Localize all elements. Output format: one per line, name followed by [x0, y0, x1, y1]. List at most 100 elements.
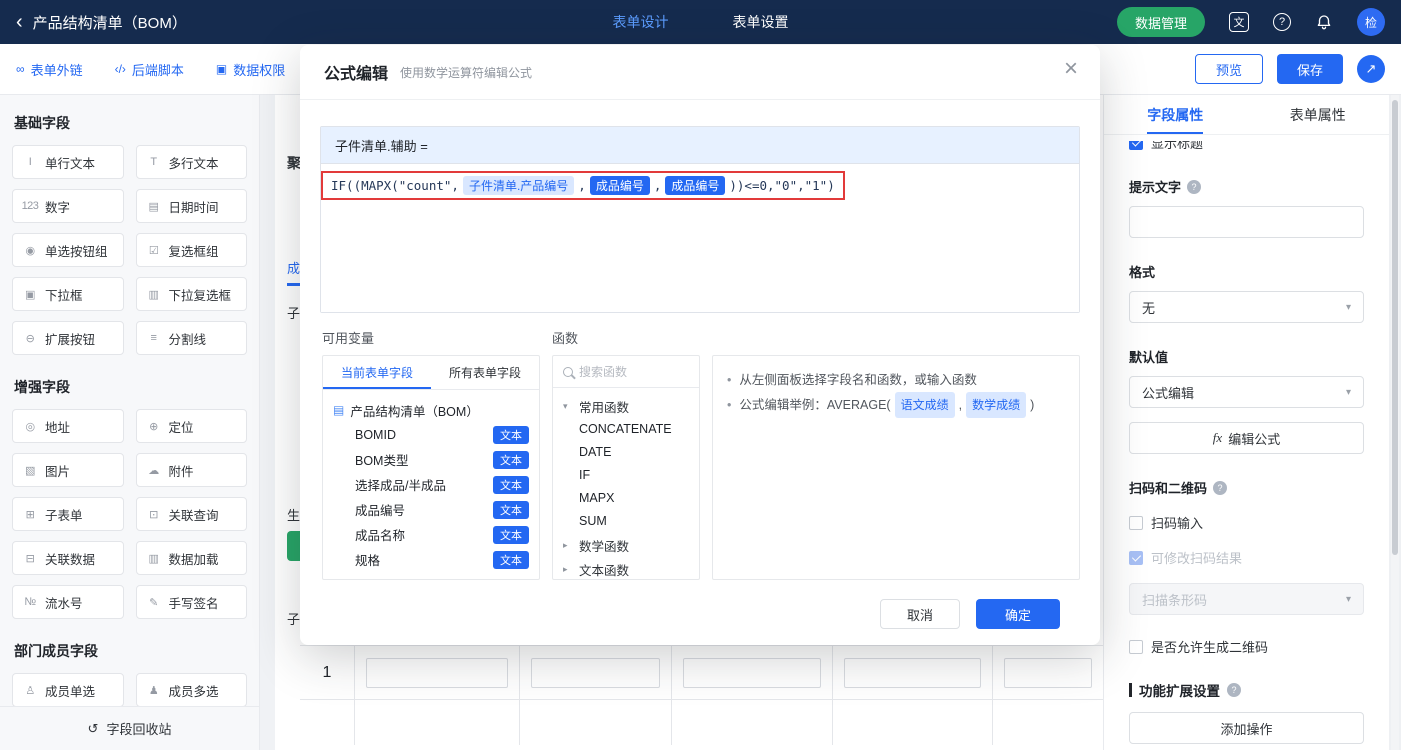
tab-form-settings[interactable]: 表单设置	[733, 12, 789, 32]
palette-item[interactable]: ♟ 成员多选	[135, 673, 247, 707]
variable-row[interactable]: BOM类型 文本	[333, 447, 529, 472]
formula-target-bar: 子件清单.辅助 =	[321, 127, 1079, 164]
palette-item[interactable]: ▥ 数据加载	[135, 541, 247, 575]
section-basic-fields: 基础字段	[14, 115, 70, 131]
palette-item[interactable]: ▣ 下拉框	[12, 277, 124, 311]
cancel-button[interactable]: 取消	[880, 599, 960, 629]
cell-input[interactable]	[1004, 657, 1092, 688]
help-panel: • 从左侧面板选择字段名和函数，或输入函数 • 公式编辑举例：AVERAGE( …	[712, 355, 1080, 580]
confirm-button[interactable]: 确定	[976, 599, 1060, 629]
topbar: ‹ 产品结构清单（BOM） 表单设计 表单设置 数据管理 文 ? 检	[0, 0, 1401, 44]
tab-form-properties[interactable]: 表单属性	[1247, 95, 1390, 134]
palette-item[interactable]: ⊖ 扩展按钮	[12, 321, 124, 355]
palette-item[interactable]: ⊕ 定位	[135, 409, 247, 443]
tree-root[interactable]: ▤ 产品结构清单（BOM）	[333, 398, 529, 422]
formula-editor[interactable]: IF((MAPX("count", 子件清单.产品编号 , 成品编号 , 成品编…	[321, 164, 1079, 312]
document-icon: ▤	[333, 403, 345, 417]
function-list: ▾ 常用函数 CONCATENATE DATE IF MAPX SUM ▸ 数学…	[553, 388, 699, 579]
variable-row[interactable]: BOMID 文本	[333, 422, 529, 447]
palette-item[interactable]: ⊞ 子表单	[12, 497, 124, 531]
field-palette-sidebar: 基础字段 I 单行文本 T 多行文本 123 数字 ▤ 日期时间 ◉ 单选按钮组 ☑ 复选框…	[0, 95, 260, 750]
properties-tabs: 字段属性 表单属性	[1104, 95, 1389, 135]
hint-text-input[interactable]	[1129, 206, 1364, 238]
palette-item[interactable]: ◉ 单选按钮组	[12, 233, 124, 267]
question-badge-icon[interactable]: ?	[1213, 480, 1228, 495]
variable-row[interactable]: 选择成品/半成品 文本	[333, 472, 529, 497]
type-tag: 文本	[493, 475, 529, 494]
function-group-text[interactable]: ▸ 文本函数	[563, 557, 689, 579]
bullet-icon: •	[727, 398, 732, 412]
member-multi-icon: ♟	[148, 684, 159, 697]
subform-table: 1	[300, 645, 1103, 745]
share-icon[interactable]: ↗	[1357, 55, 1385, 83]
help-icon[interactable]: ?	[1273, 13, 1291, 31]
save-button[interactable]: 保存	[1276, 54, 1343, 84]
backend-script-item[interactable]: ‹/› 后端脚本	[115, 60, 184, 79]
qr-allow-row: 是否允许生成二维码	[1129, 637, 1364, 656]
function-item[interactable]: MAPX	[563, 487, 689, 510]
recycle-icon: ↺	[87, 720, 99, 736]
checkbox-group-icon: ☑	[148, 244, 159, 257]
show-title-checkbox[interactable]	[1129, 141, 1143, 150]
function-item[interactable]: SUM	[563, 510, 689, 533]
data-manage-button[interactable]: 数据管理	[1116, 7, 1205, 37]
close-icon[interactable]: ×	[1064, 57, 1078, 81]
function-group-math[interactable]: ▸ 数学函数	[563, 533, 689, 557]
preview-button[interactable]: 预览	[1194, 54, 1263, 84]
chevron-down-icon: ▾	[1345, 301, 1351, 313]
form-external-link-item[interactable]: ∞ 表单外链	[16, 60, 83, 79]
palette-item[interactable]: ✎ 手写签名	[135, 585, 247, 619]
palette-item[interactable]: ♙ 成员单选	[12, 673, 124, 707]
function-item[interactable]: CONCATENATE	[563, 418, 689, 441]
variable-row[interactable]: 成品编号 文本	[333, 497, 529, 522]
radio-group-icon: ◉	[25, 244, 35, 257]
default-value-select[interactable]: 公式编辑 ▾	[1129, 376, 1364, 408]
cell-input[interactable]	[683, 657, 821, 688]
palette-item[interactable]: ⊟ 关联数据	[12, 541, 124, 575]
back-icon[interactable]: ‹	[16, 12, 23, 32]
palette-item[interactable]: ☁ 附件	[135, 453, 247, 487]
palette-item[interactable]: ◎ 地址	[12, 409, 124, 443]
cell-input[interactable]	[844, 657, 981, 688]
palette-item[interactable]: ▧ 图片	[12, 453, 124, 487]
scan-input-checkbox[interactable]	[1129, 515, 1143, 530]
question-badge-icon[interactable]: ?	[1227, 683, 1241, 697]
properties-panel: 字段属性 表单属性 显示标题 提示文字 ? 格式 无 ▾ 默认值 公式编辑 ▾ …	[1103, 95, 1389, 750]
palette-item[interactable]: ☑ 复选框组	[135, 233, 247, 267]
palette-item[interactable]: ≡ 分割线	[135, 321, 247, 355]
palette-item[interactable]: 123 数字	[12, 189, 124, 223]
format-select[interactable]: 无 ▾	[1129, 291, 1364, 323]
bell-icon[interactable]	[1315, 13, 1333, 31]
scrollbar-thumb[interactable]	[1392, 100, 1398, 555]
tab-form-design[interactable]: 表单设计	[613, 12, 669, 32]
palette-item[interactable]: ▥ 下拉复选框	[135, 277, 247, 311]
translate-icon[interactable]: 文	[1229, 12, 1249, 32]
palette-item[interactable]: ⊡ 关联查询	[135, 497, 247, 531]
variable-row[interactable]: 成品名称 文本	[333, 522, 529, 547]
tab-field-properties[interactable]: 字段属性	[1104, 95, 1247, 134]
avatar[interactable]: 检	[1357, 8, 1385, 36]
data-permission-item[interactable]: ▣ 数据权限	[216, 60, 285, 79]
search-input[interactable]	[579, 364, 689, 379]
cell-input[interactable]	[366, 657, 508, 688]
qr-allow-checkbox[interactable]	[1129, 639, 1143, 654]
multi-line-text-icon: T	[150, 156, 157, 168]
edit-formula-button[interactable]: fx 编辑公式	[1129, 422, 1364, 454]
format-label: 格式	[1129, 265, 1156, 280]
function-group-common[interactable]: ▾ 常用函数	[563, 394, 689, 418]
tab-current-form-fields[interactable]: 当前表单字段	[323, 356, 431, 389]
palette-item[interactable]: № 流水号	[12, 585, 124, 619]
function-item[interactable]: IF	[563, 464, 689, 487]
tab-all-form-fields[interactable]: 所有表单字段	[431, 356, 539, 389]
palette-item[interactable]: T 多行文本	[135, 145, 247, 179]
table-cell	[355, 646, 520, 700]
dialog-subtitle: 使用数学运算符编辑公式	[400, 65, 533, 80]
palette-item[interactable]: I 单行文本	[12, 145, 124, 179]
question-badge-icon[interactable]: ?	[1187, 179, 1202, 194]
field-recycle-bin[interactable]: ↺ 字段回收站	[0, 706, 259, 750]
add-action-button[interactable]: 添加操作	[1129, 712, 1364, 744]
cell-input[interactable]	[531, 657, 660, 688]
variable-row[interactable]: 规格 文本	[333, 547, 529, 572]
palette-item[interactable]: ▤ 日期时间	[135, 189, 247, 223]
function-item[interactable]: DATE	[563, 441, 689, 464]
